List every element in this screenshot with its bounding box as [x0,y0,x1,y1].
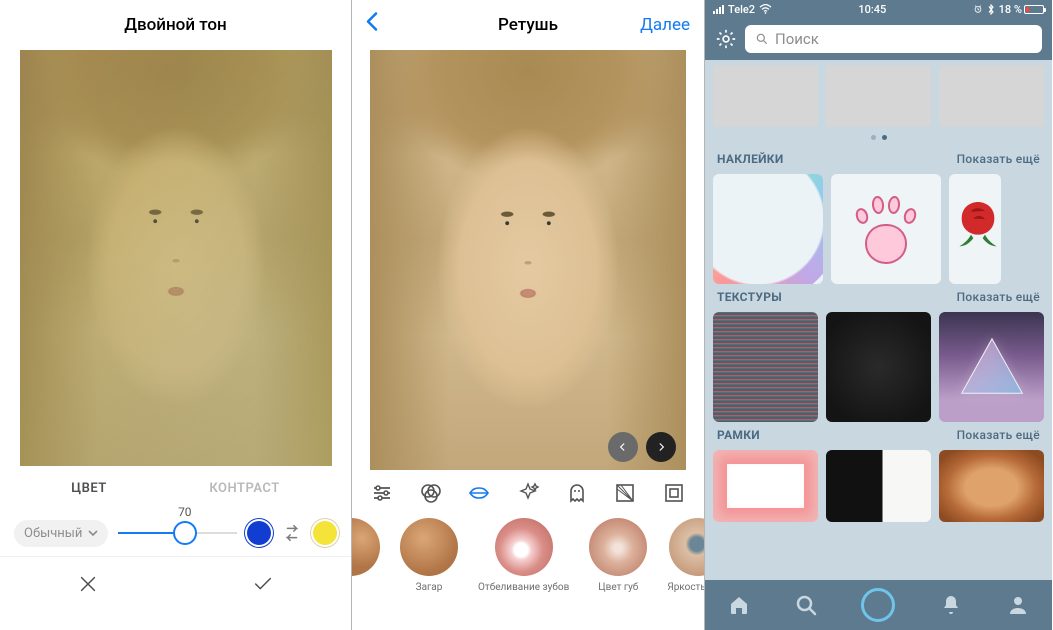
frame-item[interactable] [939,450,1044,522]
texture-icon[interactable] [613,481,637,505]
page-dots [705,132,1052,146]
search-bar: Поиск [705,18,1052,60]
undo-button[interactable] [608,432,638,462]
section-title: РАМКИ [717,428,760,442]
sparkle-icon[interactable] [516,481,540,505]
slider-thumb[interactable] [173,521,197,545]
home-icon[interactable] [727,593,751,617]
arrow-right-icon [654,440,668,454]
show-more-link[interactable]: Показать ещё [957,152,1040,166]
frame-item[interactable] [713,450,818,522]
slider-value-label: 70 [178,505,192,519]
intensity-slider[interactable]: 70 [118,521,237,545]
wifi-icon [759,4,772,14]
next-button[interactable]: Далее [640,15,690,35]
featured-item[interactable] [826,65,931,127]
show-more-link[interactable]: Показать ещё [957,428,1040,442]
check-icon [252,573,274,595]
sticker-item-rainbow[interactable] [713,174,823,284]
sticker-item-rose[interactable] [949,174,1001,284]
retouch-thumb-prev[interactable] [352,518,380,576]
swap-colors-icon[interactable] [281,522,303,544]
frame-item[interactable] [826,450,931,522]
retouch-panel: Ретушь Далее Загар Отбеливание зубов Цве… [352,0,704,630]
texture-item-prism[interactable] [939,312,1044,422]
tool-category-row [352,470,704,516]
texture-item-glitch[interactable] [713,312,818,422]
bell-icon[interactable] [939,593,963,617]
tab-color[interactable]: ЦВЕТ [71,481,106,496]
page-title: Двойной тон [124,15,227,35]
retouch-thumb-tan[interactable]: Загар [400,518,458,593]
slider-row: Обычный 70 [0,510,351,556]
scroll-content[interactable]: НАКЛЕЙКИ Показать ещё ТЕКСТУРЫ Показать ещ… [705,60,1052,578]
sliders-icon[interactable] [370,481,394,505]
featured-item[interactable] [939,65,1044,127]
color-swatch-secondary[interactable] [313,521,337,545]
header: Ретушь Далее [352,0,704,50]
preview-image[interactable] [20,50,332,466]
texture-item-vignette[interactable] [826,312,931,422]
retouch-thumb-lips[interactable]: Цвет губ [589,518,647,593]
page-title: Ретушь [498,15,558,35]
sticker-item-paw[interactable] [831,174,941,284]
search-nav-icon[interactable] [794,593,818,617]
battery-percent: 18 % [999,3,1022,16]
filter-icon[interactable] [419,481,443,505]
retouch-thumb-teeth[interactable]: Отбеливание зубов [478,518,569,593]
color-swatch-primary[interactable] [247,521,271,545]
featured-strip[interactable] [705,60,1052,132]
show-more-link[interactable]: Показать ещё [957,290,1040,304]
back-button[interactable] [364,10,380,41]
bottom-actions [0,556,351,610]
chevron-down-icon [88,530,98,536]
status-bar: Tele2 10:45 18 % [705,0,1052,18]
battery-icon [1024,5,1044,14]
frame-icon[interactable] [662,481,686,505]
redo-button[interactable] [646,432,676,462]
retouch-thumb-row[interactable]: Загар Отбеливание зубов Цвет губ Яркость… [352,516,704,616]
section-stickers: НАКЛЕЙКИ Показать ещё [705,146,1052,284]
section-title: НАКЛЕЙКИ [717,152,784,166]
gear-icon[interactable] [715,28,737,50]
arrow-left-icon [616,440,630,454]
profile-icon[interactable] [1006,593,1030,617]
carrier-label: Tele2 [728,3,755,16]
clock: 10:45 [858,3,886,16]
ghost-icon[interactable] [565,481,589,505]
tab-contrast[interactable]: КОНТРАСТ [209,481,279,496]
header: Двойной тон [0,0,351,50]
blend-mode-label: Обычный [24,526,82,541]
signal-icon [713,5,724,14]
confirm-button[interactable] [176,557,352,610]
section-textures: ТЕКСТУРЫ Показать ещё [705,284,1052,422]
duotone-panel: Двойной тон ЦВЕТ КОНТРАСТ Обычный 70 [0,0,351,630]
search-icon [755,32,769,46]
create-button[interactable] [861,588,895,622]
adjustment-tabs: ЦВЕТ КОНТРАСТ [0,466,351,510]
assets-panel: Tele2 10:45 18 % Поиск НАКЛЕЙКИ Показать … [705,0,1052,630]
alarm-icon [973,4,983,14]
blend-mode-dropdown[interactable]: Обычный [14,520,108,547]
section-title: ТЕКСТУРЫ [717,290,782,304]
retouch-thumb-eyes[interactable]: Яркость глаз [667,518,704,593]
search-placeholder: Поиск [775,30,819,48]
section-frames: РАМКИ Показать ещё [705,422,1052,522]
preview-image[interactable] [370,50,686,470]
cancel-button[interactable] [0,557,176,610]
bottom-nav [705,580,1052,630]
featured-item[interactable] [713,65,818,127]
chevron-left-icon [364,10,380,34]
search-input[interactable]: Поиск [745,25,1042,53]
bluetooth-icon [987,4,995,15]
lips-icon[interactable] [467,481,491,505]
close-icon [77,573,99,595]
